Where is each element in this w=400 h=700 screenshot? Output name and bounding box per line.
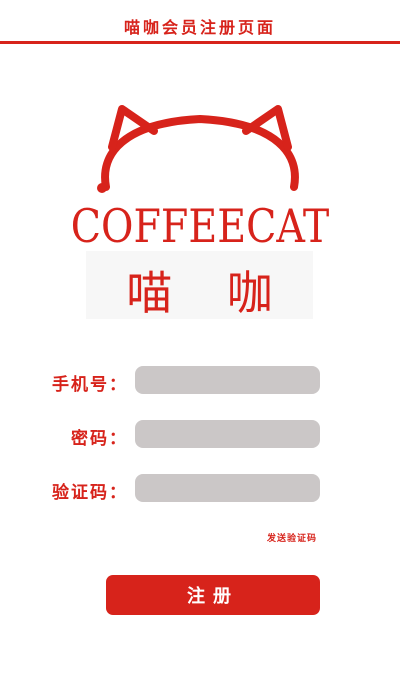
phone-row: 手机号： [0,366,400,395]
password-input[interactable] [135,420,320,448]
phone-label: 手机号： [52,375,128,395]
verification-code-input[interactable] [135,474,320,502]
page-title: 喵咖会员注册页面 [123,18,276,37]
password-row: 密码： [0,420,400,449]
brand-name-cn-box: 喵 咖 [86,251,313,320]
register-button[interactable]: 注册 [106,575,320,615]
code-row: 验证码： [0,474,400,503]
cat-head-arc-icon [101,114,299,191]
code-label: 验证码： [52,483,128,503]
cat-ears-logo-icon [97,105,299,193]
brand-logo: COFFEECAT 喵 咖 [0,95,400,325]
send-code-link[interactable]: 发送验证码 [267,531,317,544]
password-label: 密码： [71,429,128,449]
brand-name-en: COFFEECAT [70,199,330,253]
phone-input[interactable] [135,366,320,394]
header-bar: 喵咖会员注册页面 [0,0,400,44]
brand-name-cn: 喵 咖 [126,266,293,320]
